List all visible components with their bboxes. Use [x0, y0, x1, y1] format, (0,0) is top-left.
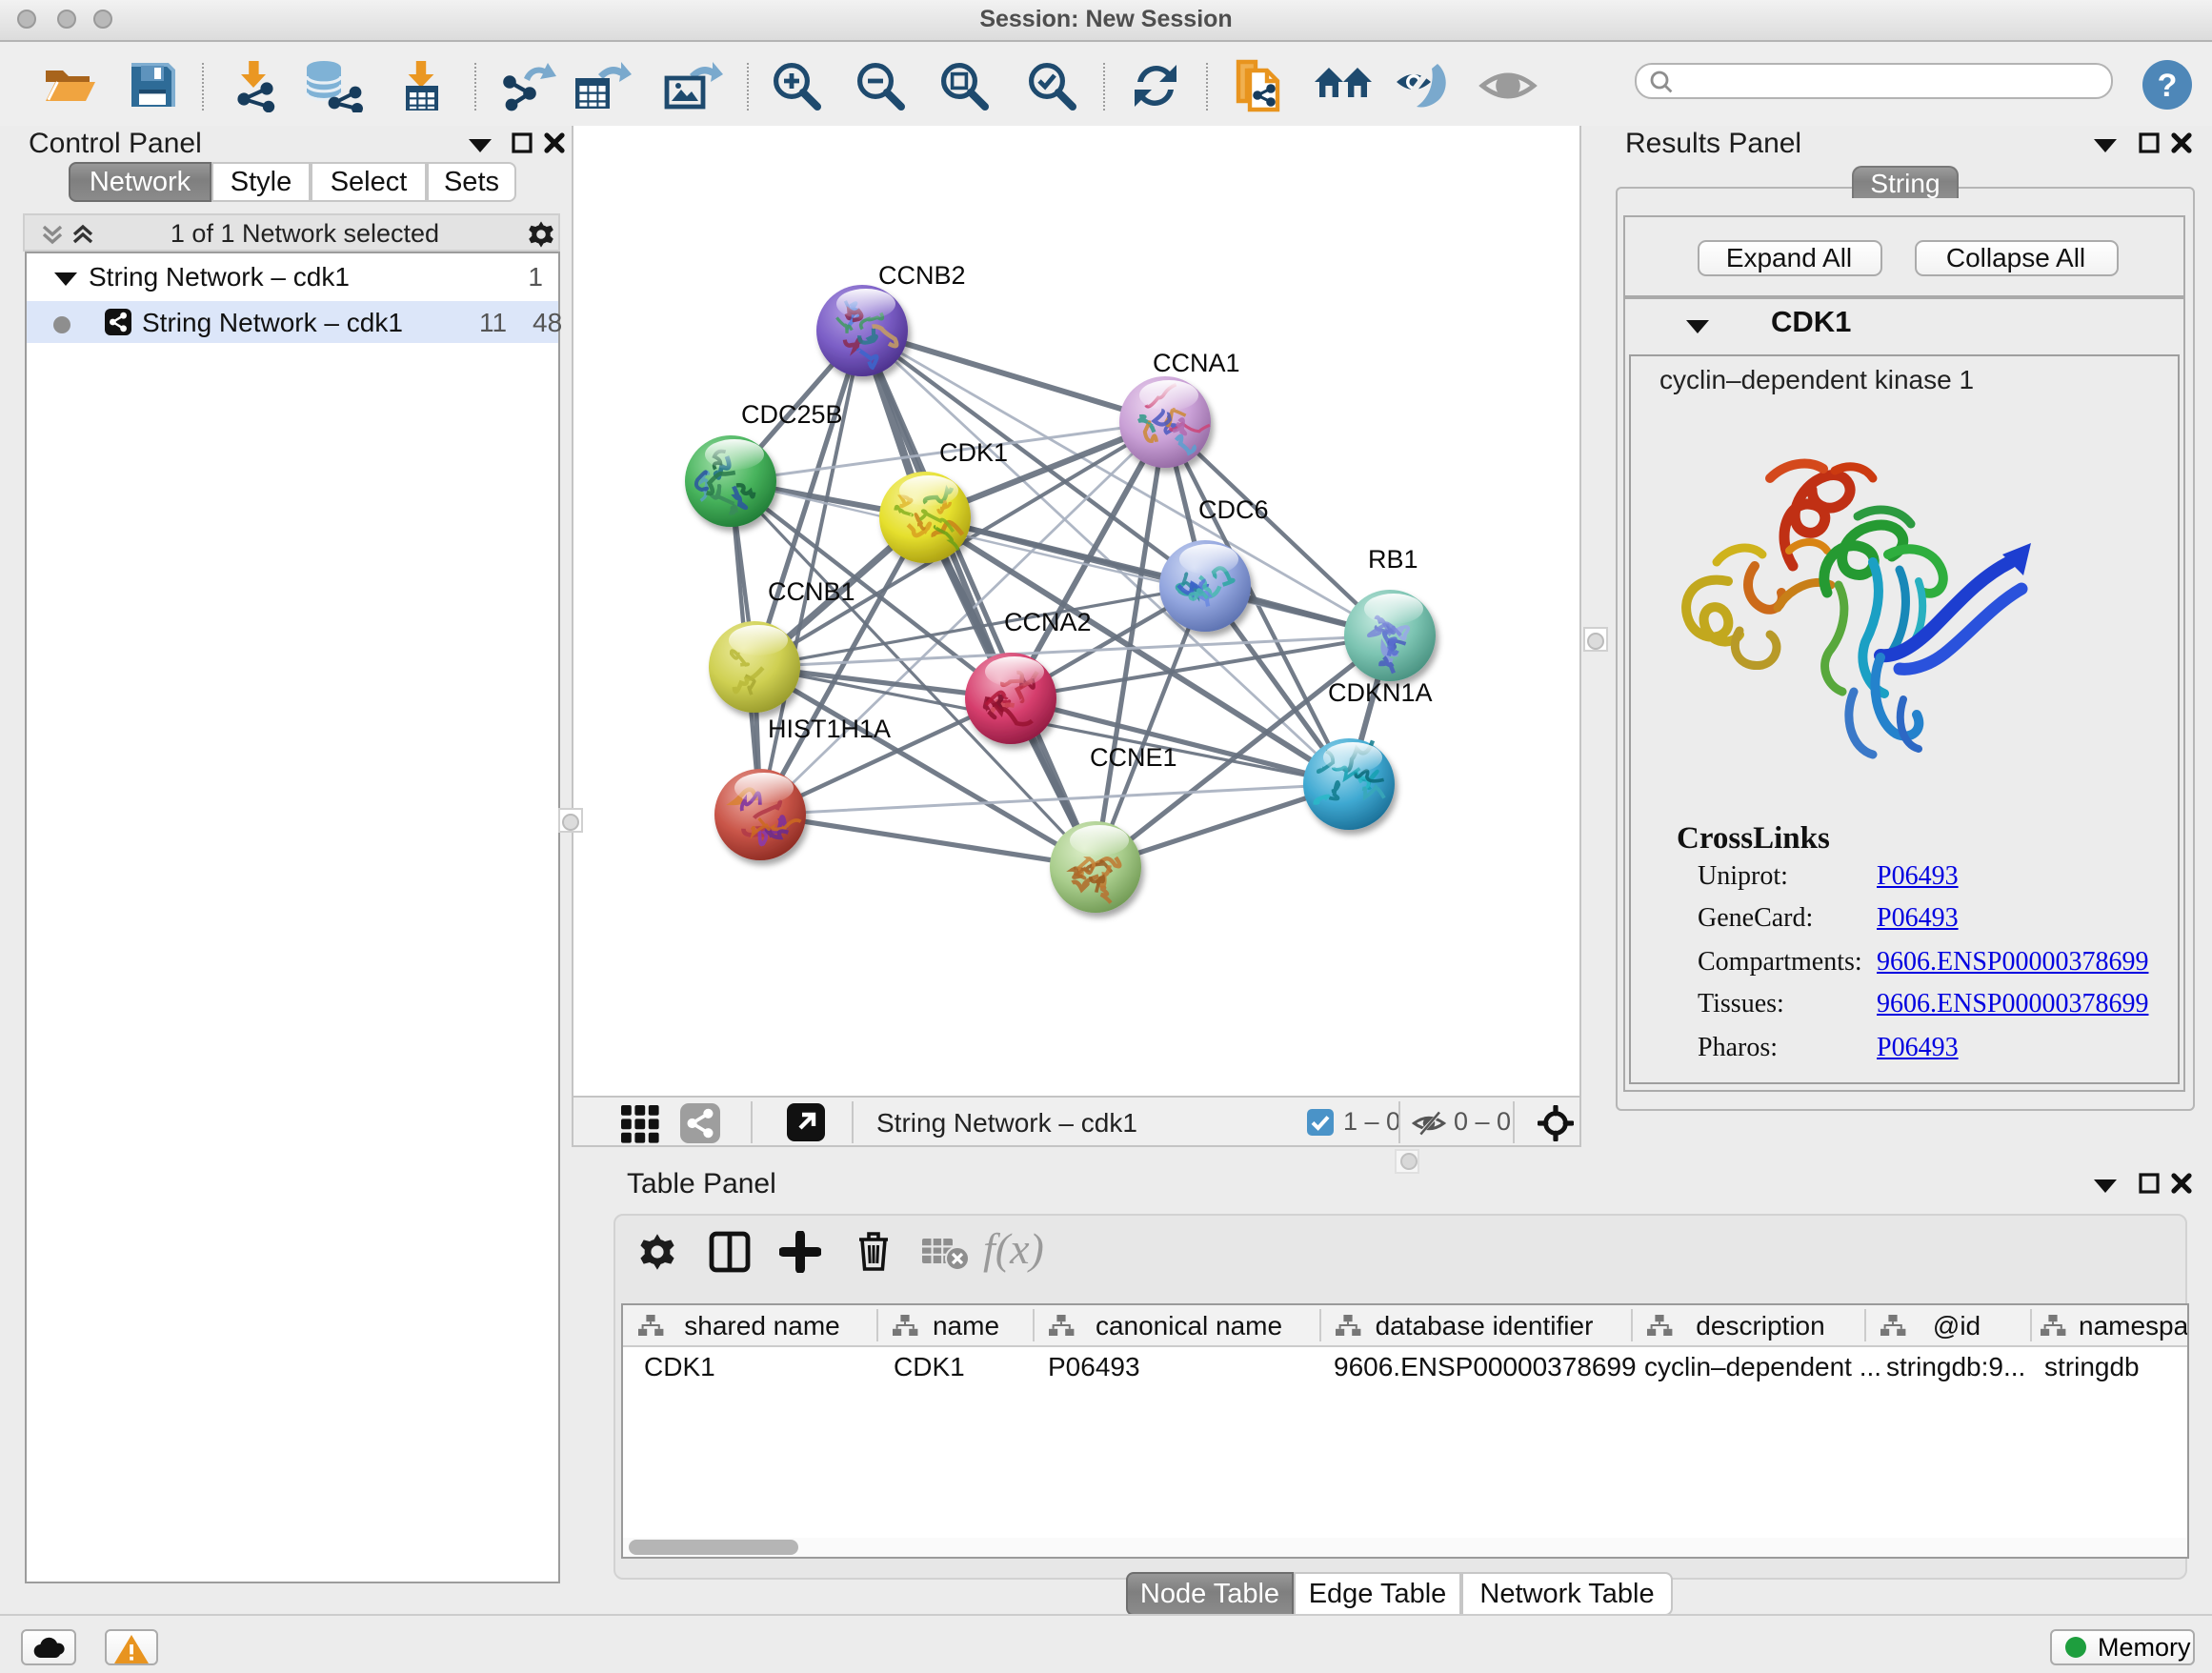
svg-text:database identifier: database identifier	[1376, 1311, 1594, 1340]
svg-text:CCNB2: CCNB2	[878, 260, 966, 289]
svg-text:description: description	[1696, 1311, 1824, 1340]
svg-text:CDK1: CDK1	[939, 437, 1008, 466]
svg-text:RB1: RB1	[1368, 544, 1418, 573]
svg-text:CCNA1: CCNA1	[1153, 348, 1240, 376]
svg-text:name: name	[933, 1311, 999, 1340]
svg-text:CDKN1A: CDKN1A	[1328, 677, 1433, 706]
svg-text:?: ?	[2158, 67, 2178, 103]
svg-text:CDC25B: CDC25B	[741, 399, 843, 428]
svg-text:@id: @id	[1933, 1311, 1981, 1340]
svg-text:CDC6: CDC6	[1198, 494, 1269, 523]
svg-text:shared name: shared name	[684, 1311, 839, 1340]
svg-text:CCNB1: CCNB1	[768, 576, 855, 605]
svg-text:CCNE1: CCNE1	[1090, 742, 1177, 771]
svg-text:namespace: namespace	[2079, 1311, 2187, 1340]
svg-text:HIST1H1A: HIST1H1A	[768, 714, 891, 742]
svg-text:canonical name: canonical name	[1096, 1311, 1282, 1340]
svg-text:CCNA2: CCNA2	[1004, 607, 1092, 635]
